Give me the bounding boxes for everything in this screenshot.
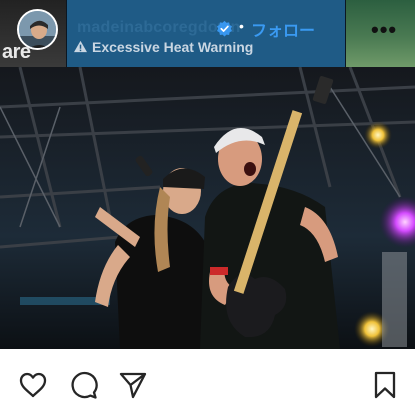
warning-text: Excessive Heat Warning — [92, 39, 254, 55]
paper-plane-icon[interactable] — [118, 370, 148, 400]
more-options-button[interactable]: ••• — [371, 17, 397, 43]
bookmark-icon[interactable] — [370, 370, 400, 400]
post-action-bar — [0, 349, 415, 408]
comment-bubble-icon[interactable] — [68, 370, 98, 400]
heart-icon[interactable] — [18, 370, 48, 400]
avatar[interactable] — [17, 9, 58, 50]
warning-triangle-icon — [74, 40, 87, 53]
separator-dot: • — [239, 18, 244, 34]
location-warning[interactable]: Excessive Heat Warning — [73, 39, 253, 55]
follow-button[interactable]: フォロー — [251, 17, 315, 41]
concert-photo-image — [0, 67, 415, 349]
post-header: are madeinabcoregdown • フォロー Excessive H… — [0, 0, 415, 67]
next-story-fragment: ••• — [346, 0, 415, 67]
profile-info-panel: madeinabcoregdown • フォロー Excessive Heat … — [67, 0, 345, 67]
verified-badge-icon — [217, 20, 232, 37]
post-photo[interactable] — [0, 67, 415, 349]
